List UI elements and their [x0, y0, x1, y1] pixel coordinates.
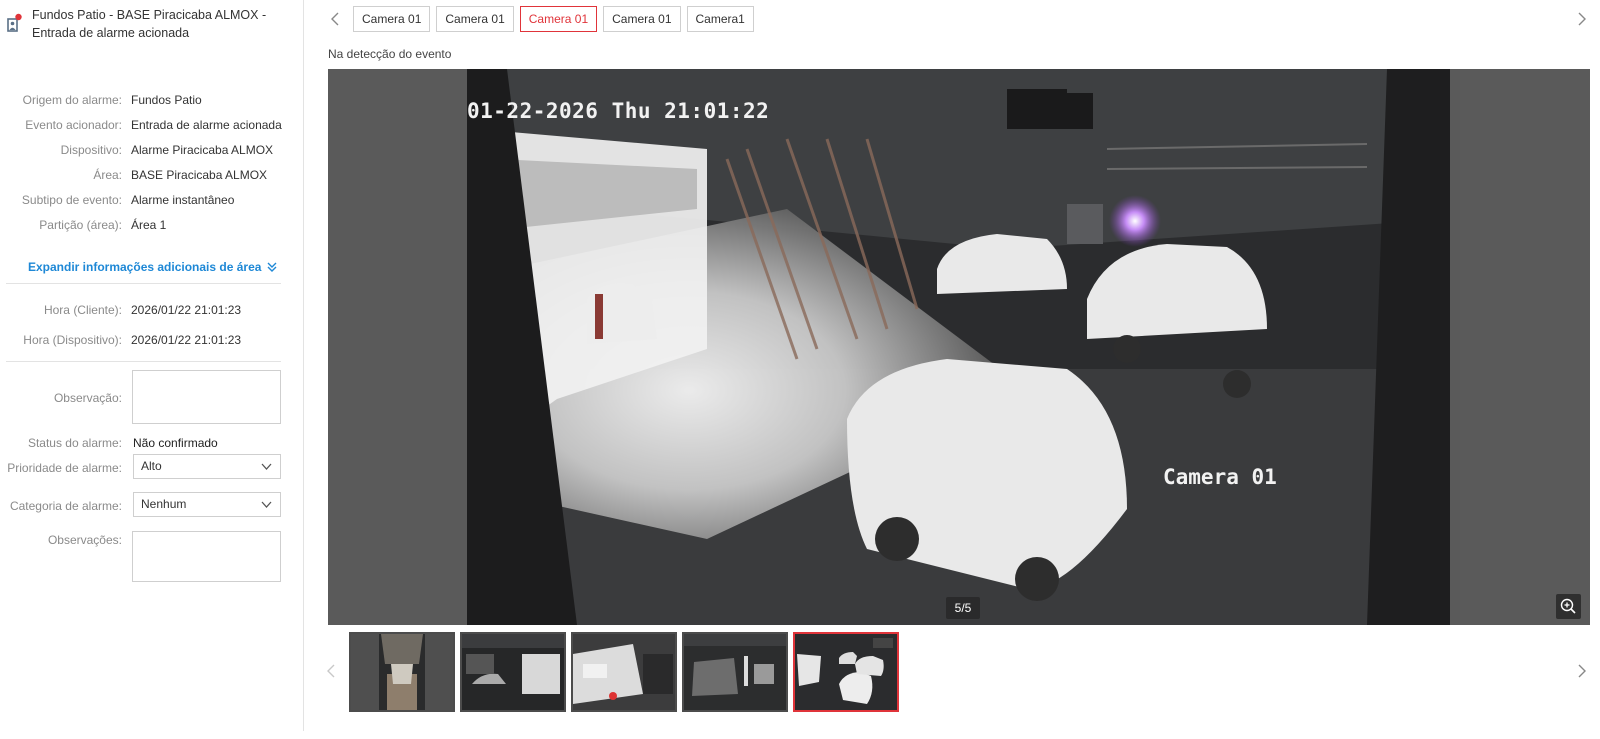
tab-camera[interactable]: Camera 01	[353, 6, 431, 32]
thumbnail-image	[684, 634, 786, 710]
category-label: Categoria de alarme:	[9, 499, 122, 513]
expand-area-info-label: Expandir informações adicionais de área	[28, 260, 262, 274]
alarm-title: Fundos Patio - BASE Piracicaba ALMOX - E…	[32, 8, 267, 40]
zoom-in-icon	[1560, 598, 1576, 614]
info-row-partition: Partição (área): Área 1	[0, 216, 300, 234]
info-value: 2026/01/22 21:01:23	[131, 303, 242, 317]
observations-label: Observações:	[47, 533, 122, 547]
info-value: Área 1	[131, 218, 167, 232]
info-label: Partição (área):	[39, 218, 122, 232]
category-value: Nenhum	[141, 497, 187, 511]
chevron-right-icon[interactable]	[1573, 10, 1589, 28]
observations-field[interactable]	[132, 531, 281, 582]
chevron-right-icon[interactable]	[1573, 662, 1589, 680]
alarm-header: Fundos Patio - BASE Piracicaba ALMOX - E…	[6, 6, 296, 42]
priority-select[interactable]: Alto	[133, 454, 281, 479]
event-caption: Na detecção do evento	[328, 47, 452, 61]
observation-label: Observação:	[53, 391, 122, 405]
thumbnail-image	[462, 634, 564, 710]
thumbnail[interactable]	[349, 632, 455, 712]
info-label: Hora (Dispositivo):	[23, 333, 122, 347]
tab-camera-active[interactable]: Camera 01	[519, 6, 598, 32]
divider	[6, 283, 281, 284]
chevron-left-icon[interactable]	[324, 662, 340, 680]
expand-area-info-link[interactable]: Expandir informações adicionais de área	[28, 260, 278, 274]
category-select[interactable]: Nenhum	[133, 492, 281, 517]
info-label: Dispositivo:	[60, 143, 122, 157]
info-value: 2026/01/22 21:01:23	[131, 333, 242, 347]
info-label: Origem do alarme:	[22, 93, 122, 107]
snapshot-scene	[467, 69, 1450, 625]
thumbnail-image	[351, 634, 453, 710]
info-value: Entrada de alarme acionada	[131, 118, 282, 132]
alarm-person-icon	[7, 13, 22, 32]
tab-camera[interactable]: Camera 01	[436, 6, 514, 32]
thumbnail-image	[795, 634, 897, 710]
info-row-area: Área: BASE Piracicaba ALMOX	[0, 166, 300, 184]
info-row-event-subtype: Subtipo de evento: Alarme instantâneo	[0, 191, 300, 209]
chevron-down-icon	[261, 463, 272, 470]
image-viewer-panel: Camera 01 Camera 01 Camera 01 Camera 01 …	[304, 0, 1600, 731]
alarm-detail-window: Fundos Patio - BASE Piracicaba ALMOX - E…	[0, 0, 1600, 739]
chevron-left-icon[interactable]	[328, 10, 344, 28]
thumbnail-image	[573, 634, 675, 710]
snapshot-viewer[interactable]: 01-22-2026 Thu 21:01:22 Camera 01 5/5	[328, 69, 1590, 625]
info-label: Evento acionador:	[25, 118, 122, 132]
status-label: Status do alarme:	[27, 436, 122, 450]
info-value: BASE Piracicaba ALMOX	[131, 168, 268, 182]
info-value: Fundos Patio	[131, 93, 202, 107]
divider	[6, 361, 281, 362]
info-row-client-time: Hora (Cliente): 2026/01/22 21:01:23	[0, 301, 300, 319]
chevron-down-icon	[261, 501, 272, 508]
priority-value: Alto	[141, 459, 162, 473]
info-row-device-time: Hora (Dispositivo): 2026/01/22 21:01:23	[0, 331, 300, 349]
info-value: Alarme Piracicaba ALMOX	[131, 143, 274, 157]
info-value: Alarme instantâneo	[131, 193, 235, 207]
info-label: Hora (Cliente):	[43, 303, 122, 317]
osd-timestamp: 01-22-2026 Thu 21:01:22	[467, 99, 770, 123]
info-row-origin: Origem do alarme: Fundos Patio	[0, 91, 300, 109]
info-label: Subtipo de evento:	[21, 193, 122, 207]
thumbnail-strip	[349, 632, 899, 712]
info-row-device: Dispositivo: Alarme Piracicaba ALMOX	[0, 141, 300, 159]
thumbnail-active[interactable]	[793, 632, 899, 712]
thumbnail[interactable]	[571, 632, 677, 712]
thumbnail[interactable]	[460, 632, 566, 712]
observation-field[interactable]	[132, 370, 281, 424]
camera-snapshot: 01-22-2026 Thu 21:01:22	[467, 69, 1450, 625]
image-counter: 5/5	[946, 597, 980, 619]
status-row: Status do alarme: Não confirmado	[0, 434, 300, 452]
alarm-info-panel: Fundos Patio - BASE Piracicaba ALMOX - E…	[0, 0, 304, 731]
tab-camera[interactable]: Camera 01	[603, 6, 681, 32]
camera-tabs: Camera 01 Camera 01 Camera 01 Camera 01 …	[353, 6, 754, 32]
double-chevron-down-icon	[267, 262, 277, 272]
info-label: Área:	[93, 168, 122, 182]
priority-label: Prioridade de alarme:	[7, 461, 122, 475]
tab-camera[interactable]: Camera1	[686, 6, 754, 32]
zoom-in-button[interactable]	[1556, 594, 1581, 619]
status-value: Não confirmado	[133, 436, 218, 450]
thumbnail[interactable]	[682, 632, 788, 712]
info-row-trigger-event: Evento acionador: Entrada de alarme acio…	[0, 116, 300, 134]
osd-camera-name: Camera 01	[1163, 465, 1277, 489]
